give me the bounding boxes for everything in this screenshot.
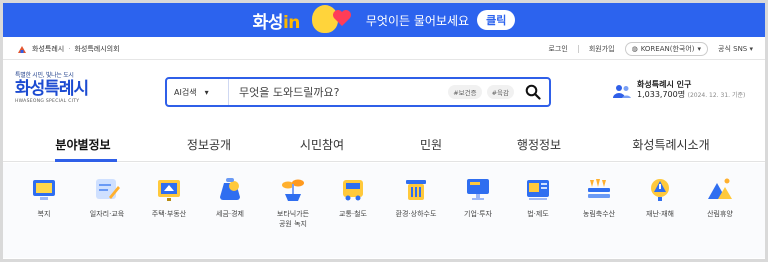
farm-crops-icon — [588, 179, 610, 198]
coin-bag-icon — [220, 178, 240, 200]
category-welfare[interactable]: 복지 — [13, 175, 75, 219]
category-menu: 복지 일자리·교육 주택·부동산 세금·경제 보타닉가든 공원 녹지 교통·철도 … — [3, 163, 765, 258]
tv-welfare-icon — [33, 180, 55, 200]
category-jobs-education[interactable]: 일자리·교육 — [76, 175, 138, 219]
login-link[interactable]: 로그인 — [548, 44, 567, 54]
breadcrumb-council[interactable]: 화성특례시의회 — [74, 44, 119, 54]
search-input[interactable]: 무엇을 도와드릴까요? — [239, 84, 448, 100]
category-label: 복지 — [37, 210, 51, 218]
category-housing[interactable]: 주택·부동산 — [138, 175, 200, 219]
tab-city-intro[interactable]: 화성특례시소개 — [632, 136, 709, 153]
banner-brand: 화성in — [252, 8, 301, 33]
logo-tagline: 특별한 시민, 빛나는 도시 — [15, 72, 74, 79]
category-label: 일자리·교육 — [89, 210, 125, 218]
banner-brand-in: in — [282, 12, 300, 33]
chevron-down-icon: ▾ — [749, 44, 753, 53]
site-logo-icon — [18, 45, 26, 53]
search-scope-select[interactable]: AI검색 ▾ — [167, 79, 229, 105]
category-label: 주택·부동산 — [151, 210, 187, 218]
search-bar: AI검색 ▾ 무엇을 도와드릴까요? #보건증 #육감 — [165, 77, 551, 107]
search-scope-label: AI검색 — [174, 87, 197, 97]
category-label: 교통·철도 — [339, 210, 367, 218]
sns-label: 공식 SNS — [718, 44, 748, 53]
sprout-icon — [282, 179, 304, 201]
language-label: KOREAN(한국어) — [640, 44, 695, 53]
category-label: 세금·경제 — [216, 210, 244, 218]
logo-english: HWASEONG SPECIAL CITY — [15, 99, 80, 104]
globe-icon: ◍ — [631, 44, 638, 53]
house-board-icon — [158, 180, 180, 201]
category-tax-economy[interactable]: 세금·경제 — [199, 175, 261, 219]
population-date: (2024. 12. 31. 기준) — [687, 92, 746, 99]
banner-brand-text: 화성 — [252, 12, 284, 33]
join-link[interactable]: 회원가입 — [589, 44, 615, 54]
category-label: 보타닉가든 공원 녹지 — [276, 210, 310, 228]
search-chip[interactable]: #육감 — [486, 85, 514, 99]
population-widget: 화성특례시 인구 1,033,700명 (2024. 12. 31. 기준) — [613, 80, 745, 101]
category-label: 농림축수산 — [582, 210, 616, 218]
mountain-icon — [708, 178, 732, 199]
site-header: 특별한 시민, 빛나는 도시 화성특례시 HWASEONG SPECIAL CI… — [3, 61, 765, 129]
active-tab-indicator — [55, 159, 117, 162]
breadcrumb-separator: · — [68, 44, 71, 53]
promo-banner[interactable]: 화성in 무엇이든 물어보세요 클릭 — [3, 3, 765, 37]
category-label: 법·제도 — [527, 210, 549, 218]
warning-sign-icon — [651, 179, 669, 201]
monitor-icon — [467, 179, 489, 200]
people-icon — [613, 84, 631, 98]
sns-menu[interactable]: 공식 SNS ▾ — [718, 44, 753, 54]
category-transport[interactable]: 교통·철도 — [322, 175, 384, 219]
category-label: 환경·상하수도 — [395, 210, 437, 218]
search-icon[interactable] — [525, 84, 541, 100]
category-label: 산림휴양 — [707, 210, 733, 218]
category-botanic-garden[interactable]: 보타닉가든 공원 녹지 — [262, 175, 324, 229]
utility-bar: 화성특례시 · 화성특례시의회 로그인 회원가입 ◍ KOREAN(한국어) ▾… — [3, 38, 765, 60]
banner-click-button[interactable]: 클릭 — [477, 10, 516, 30]
tab-field-info[interactable]: 분야별정보 — [55, 136, 110, 153]
chevron-down-icon: ▾ — [204, 87, 209, 97]
tab-civil-affairs[interactable]: 민원 — [420, 136, 442, 153]
tab-admin-info[interactable]: 행정정보 — [517, 136, 561, 153]
main-nav: 분야별정보 정보공개 시민참여 민원 행정정보 화성특례시소개 — [3, 129, 765, 162]
category-forest-recreation[interactable]: 산림휴양 — [689, 175, 751, 219]
pencil-board-icon — [96, 179, 120, 199]
recycle-bin-icon — [406, 180, 426, 200]
breadcrumb-city[interactable]: 화성특례시 — [32, 44, 64, 54]
logo-name: 화성특례시 — [15, 79, 89, 99]
city-logo[interactable]: 특별한 시민, 빛나는 도시 화성특례시 HWASEONG SPECIAL CI… — [15, 70, 105, 104]
population-value: 1,033,700명 — [637, 90, 686, 99]
population-label: 화성특례시 인구 — [637, 80, 692, 89]
search-chip[interactable]: #보건증 — [448, 85, 482, 99]
language-select[interactable]: ◍ KOREAN(한국어) ▾ — [624, 41, 709, 56]
mascot-icon — [308, 3, 352, 37]
category-disaster[interactable]: 재난·재해 — [629, 175, 691, 219]
category-environment[interactable]: 환경·상하수도 — [385, 175, 447, 219]
tab-citizen-participation[interactable]: 시민참여 — [300, 136, 344, 153]
divider — [577, 44, 579, 53]
tab-info-disclosure[interactable]: 정보공개 — [187, 136, 231, 153]
category-law[interactable]: 법·제도 — [507, 175, 569, 219]
banner-message: 무엇이든 물어보세요 — [365, 13, 470, 28]
chevron-down-icon: ▾ — [697, 44, 702, 53]
category-business[interactable]: 기업·투자 — [447, 175, 509, 219]
category-label: 재난·재해 — [646, 210, 674, 218]
category-label: 기업·투자 — [464, 210, 492, 218]
utility-links: 로그인 회원가입 ◍ KOREAN(한국어) ▾ 공식 SNS ▾ — [548, 41, 753, 56]
bus-icon — [343, 180, 363, 201]
category-agriculture[interactable]: 농림축수산 — [568, 175, 630, 219]
law-board-icon — [527, 180, 549, 200]
